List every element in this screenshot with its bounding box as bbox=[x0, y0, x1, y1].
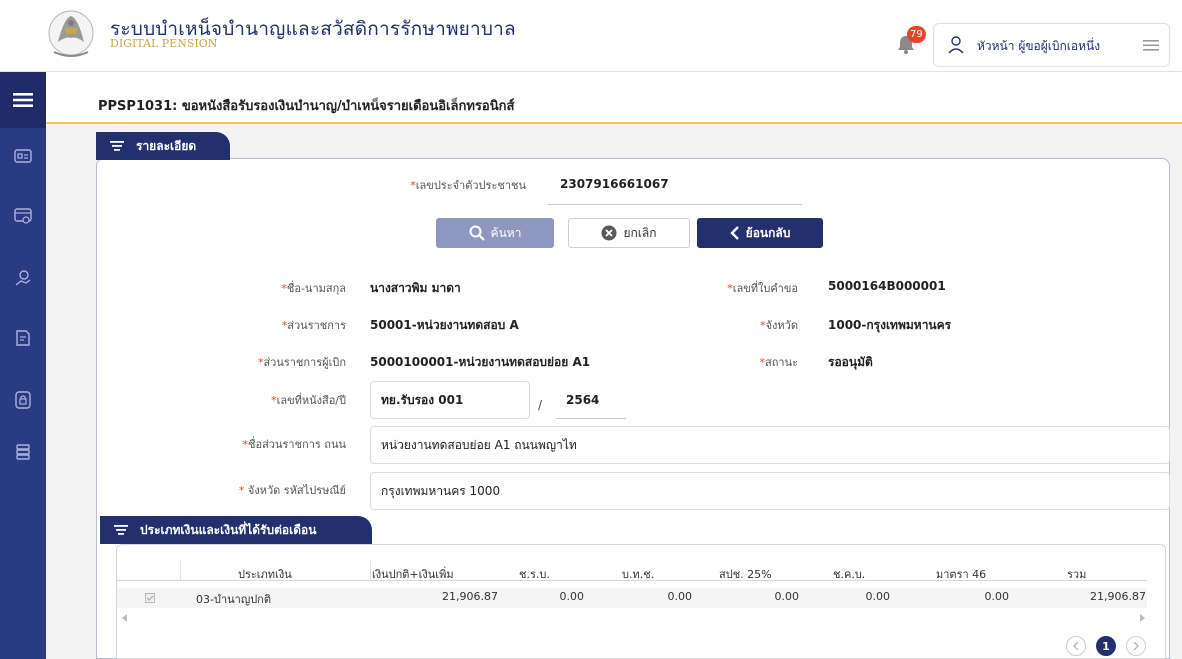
letter-number-label: *เลขที่หนังสือ/ปี bbox=[271, 394, 346, 407]
name-value: นางสาวพิม มาดา bbox=[370, 281, 461, 295]
cell-chkb: 0.00 bbox=[865, 590, 891, 603]
cell-money-type: 03-บำนาญปกติ bbox=[196, 593, 271, 606]
disbursing-agency-value: 5000100001-หน่วยงานทดสอบย่อย A1 bbox=[370, 355, 591, 369]
filter-lines-icon bbox=[114, 525, 128, 535]
menu-lines-icon[interactable] bbox=[1143, 38, 1159, 52]
status-value: รออนุมัติ bbox=[828, 355, 873, 369]
user-name: หัวหน้า ผู้ขอผู้เบิกเอหนึ่ง bbox=[977, 39, 1101, 53]
table-header-section-46: มาตรา 46 bbox=[936, 568, 987, 581]
filter-lines-icon bbox=[110, 141, 124, 151]
agency-road-input[interactable]: หน่วยงานทดสอบย่อย A1 ถนนพญาไท bbox=[370, 426, 1170, 464]
tab-income-types-label: ประเภทเงินและเงินที่ได้รับต่อเดือน bbox=[140, 522, 317, 537]
close-circle-icon bbox=[601, 225, 617, 241]
status-label: *สถานะ bbox=[759, 356, 798, 369]
search-icon bbox=[469, 225, 485, 241]
row-checkbox[interactable] bbox=[145, 593, 155, 603]
province-zip-input[interactable]: กรุงเทพมหานคร 1000 bbox=[370, 472, 1170, 510]
tab-details-label: รายละเอียด bbox=[136, 138, 197, 153]
request-no-label: *เลขที่ใบคำขอ bbox=[727, 282, 798, 295]
request-no-value: 5000164B000001 bbox=[828, 279, 946, 293]
province-zip-label: * จังหวัด รหัสไปรษณีย์ bbox=[238, 484, 346, 497]
citizen-id-value[interactable]: 2307916661067 bbox=[560, 177, 669, 191]
citizen-id-underline bbox=[548, 204, 802, 205]
column-divider bbox=[370, 560, 371, 580]
hamburger-icon bbox=[13, 93, 33, 107]
secure-document-icon[interactable] bbox=[13, 390, 33, 410]
letter-number-input[interactable]: ทย.รับรอง 001 bbox=[370, 381, 530, 419]
cell-total: 21,906.87 bbox=[1090, 590, 1146, 603]
pager-page-current[interactable]: 1 bbox=[1096, 636, 1116, 656]
name-label: *ชื่อ-นามสกุล bbox=[281, 282, 346, 295]
cell-btch: 0.00 bbox=[667, 590, 693, 603]
tab-income-types: ประเภทเงินและเงินที่ได้รับต่อเดือน bbox=[100, 516, 372, 544]
tab-details: รายละเอียด bbox=[96, 132, 230, 160]
pager-prev-button[interactable] bbox=[1066, 636, 1086, 656]
document-pen-icon[interactable] bbox=[13, 328, 33, 348]
sidebar-toggle-button[interactable] bbox=[0, 72, 46, 128]
citizen-id-label: *เลขประจำตัวประชาชน bbox=[410, 179, 526, 192]
agency-value: 50001-หน่วยงานทดสอบ A bbox=[370, 318, 519, 332]
table-header-btch: บ.ท.ช. bbox=[622, 568, 655, 581]
disbursing-agency-label: *ส่วนราชการผู้เบิก bbox=[257, 356, 346, 369]
back-button[interactable]: ย้อนกลับ bbox=[697, 218, 823, 248]
table-header-chrb: ช.ร.บ. bbox=[519, 568, 550, 581]
table-header-money-type: ประเภทเงิน bbox=[238, 568, 292, 581]
chevron-left-icon bbox=[1073, 642, 1079, 650]
search-button[interactable]: ค้นหา bbox=[436, 218, 554, 248]
table-header-base-plus-extra: เงินปกติ+เงินเพิ่ม bbox=[372, 568, 454, 581]
government-emblem-logo bbox=[48, 10, 94, 57]
agency-road-label: *ชื่อส่วนราชการ ถนน bbox=[242, 438, 346, 451]
province-label: *จังหวัด bbox=[760, 319, 798, 332]
letter-separator: / bbox=[538, 398, 543, 412]
cancel-button[interactable]: ยกเลิก bbox=[568, 218, 690, 248]
cell-base-plus-extra: 21,906.87 bbox=[442, 590, 498, 603]
page-header: PPSP1031: ขอหนังสือรับรองเงินบำนาญ/บำเหน… bbox=[46, 72, 1182, 124]
chevron-left-icon bbox=[729, 226, 739, 240]
chevron-right-icon bbox=[1133, 642, 1139, 650]
pager-next-button[interactable] bbox=[1126, 636, 1146, 656]
app-subtitle: DIGITAL PENSION bbox=[110, 37, 218, 50]
letter-year-input[interactable]: 2564 bbox=[556, 381, 626, 419]
cell-section-46: 0.00 bbox=[984, 590, 1010, 603]
certificate-icon[interactable] bbox=[13, 206, 33, 226]
scroll-right-icon[interactable] bbox=[1139, 614, 1145, 622]
page-title: PPSP1031: ขอหนังสือรับรองเงินบำนาญ/บำเหน… bbox=[98, 99, 515, 114]
notification-count-badge: 79 bbox=[907, 26, 926, 43]
id-card-icon[interactable] bbox=[13, 146, 33, 166]
agency-label: *ส่วนราชการ bbox=[281, 319, 346, 332]
column-divider bbox=[180, 560, 181, 580]
user-menu[interactable]: หัวหน้า ผู้ขอผู้เบิกเอหนึ่ง bbox=[933, 23, 1170, 67]
money-hand-icon[interactable] bbox=[13, 268, 33, 288]
user-icon bbox=[948, 36, 964, 54]
top-header: ระบบบำเหน็จบำนาญและสวัสดิการรักษาพยาบาล … bbox=[0, 0, 1182, 72]
cell-chrb: 0.00 bbox=[559, 590, 585, 603]
table-header-total: รวม bbox=[1067, 568, 1087, 581]
province-value: 1000-กรุงเทพมหานคร bbox=[828, 318, 952, 332]
table-header-chkb: ช.ค.บ. bbox=[833, 568, 866, 581]
scroll-left-icon[interactable] bbox=[122, 614, 128, 622]
table-header-spch-25: สปช. 25% bbox=[719, 568, 772, 581]
database-icon[interactable] bbox=[13, 442, 33, 462]
cell-spch-25: 0.00 bbox=[774, 590, 800, 603]
